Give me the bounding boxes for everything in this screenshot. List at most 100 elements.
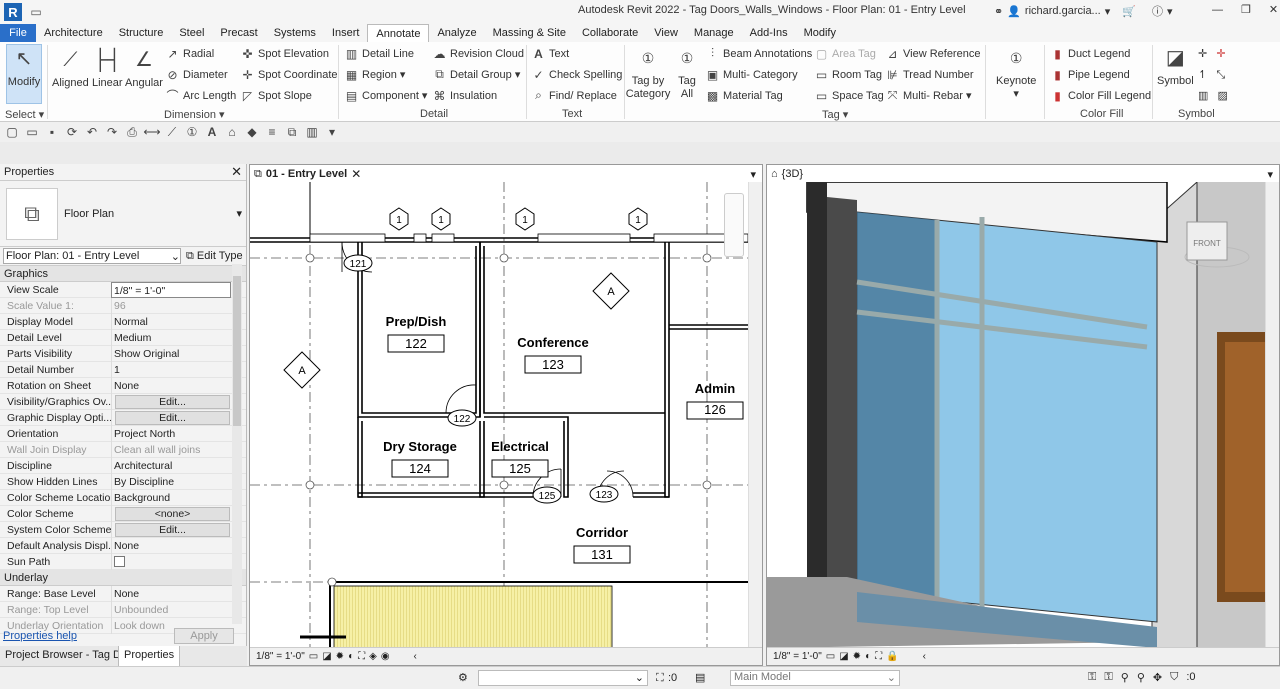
property-edit-button[interactable]: Edit... bbox=[111, 409, 231, 426]
select-underlay-icon[interactable]: ⚿ bbox=[1104, 671, 1112, 684]
tab-project-browser[interactable]: Project Browser - Tag D... bbox=[0, 646, 119, 666]
space-tag-button[interactable]: ▭ Space Tag bbox=[815, 89, 884, 103]
redo-icon[interactable]: ↷ bbox=[104, 124, 120, 140]
property-row[interactable]: Wall Join Display Clean all wall joins bbox=[0, 441, 246, 458]
property-value[interactable]: Background bbox=[111, 489, 231, 506]
property-value[interactable]: Medium bbox=[111, 329, 231, 346]
property-row[interactable]: Scale Value 1: 96 bbox=[0, 297, 246, 314]
help-icon[interactable]: ⓘ bbox=[1152, 3, 1163, 19]
visual-style-icon[interactable]: ◪ bbox=[322, 651, 331, 662]
property-value[interactable]: None bbox=[111, 585, 231, 602]
property-value[interactable]: Normal bbox=[111, 313, 231, 330]
lock-icon[interactable]: 🔒 bbox=[886, 651, 898, 662]
linear-dim-button[interactable]: ├┤ Linear bbox=[92, 46, 123, 90]
property-row[interactable]: Orientation Project North bbox=[0, 425, 246, 442]
3d-view[interactable]: ⌂ {3D} ▾ FRONT 1/8" = 1'-0" ▭ ◪ ✹ ◐ ⛶ 🔒 … bbox=[766, 164, 1280, 666]
open-icon[interactable]: ▭ bbox=[24, 124, 40, 140]
property-row[interactable]: Graphic Display Opti... Edit... bbox=[0, 409, 246, 426]
property-value[interactable]: None bbox=[111, 537, 231, 554]
text-icon[interactable]: A bbox=[204, 124, 220, 140]
user-name[interactable]: richard.garcia... bbox=[1025, 5, 1101, 17]
duct-legend-button[interactable]: ▮ Duct Legend bbox=[1051, 47, 1130, 61]
property-row[interactable]: Color Scheme Location Background bbox=[0, 489, 246, 506]
print-icon[interactable]: ⎙ bbox=[124, 124, 140, 140]
tag-group-label[interactable]: Tag ▾ bbox=[822, 108, 848, 121]
select-group-label[interactable]: Select ▾ bbox=[5, 108, 44, 121]
instance-filter[interactable]: Floor Plan: 01 - Entry Level ⌄ bbox=[3, 248, 181, 264]
component-button[interactable]: ▤ Component ▾ bbox=[345, 89, 428, 103]
sync-icon[interactable]: ⟳ bbox=[64, 124, 80, 140]
chevron-down-icon[interactable]: ▾ bbox=[1105, 5, 1111, 18]
dimension-group-label[interactable]: Dimension ▾ bbox=[164, 108, 225, 121]
reveal-icon[interactable]: ◉ bbox=[381, 651, 390, 662]
aligned-dim-icon[interactable]: ⟋ bbox=[164, 124, 180, 140]
property-value[interactable]: Show Original bbox=[111, 345, 231, 362]
revision-cloud-button[interactable]: ☁ Revision Cloud bbox=[433, 47, 524, 61]
property-edit-button[interactable]: <none> bbox=[111, 505, 231, 522]
temp-hide-icon[interactable]: ◈ bbox=[369, 651, 377, 662]
property-row[interactable]: Parts Visibility Show Original bbox=[0, 345, 246, 362]
tab-add-ins[interactable]: Add-Ins bbox=[742, 24, 796, 42]
tab-steel[interactable]: Steel bbox=[171, 24, 212, 42]
customize-icon[interactable]: ▾ bbox=[324, 124, 340, 140]
design-option-dropdown[interactable]: Main Model ⌄ bbox=[730, 670, 900, 686]
property-value[interactable]: Project North bbox=[111, 425, 231, 442]
vertical-scrollbar[interactable] bbox=[1265, 182, 1279, 648]
arc-length-button[interactable]: ⌒ Arc Length bbox=[166, 89, 236, 103]
close-icon[interactable]: ✕ bbox=[231, 164, 242, 180]
radial-button[interactable]: ↗ Radial bbox=[166, 47, 214, 61]
tab-structure[interactable]: Structure bbox=[111, 24, 172, 42]
sun-path-icon[interactable]: ✹ bbox=[853, 651, 861, 662]
property-value[interactable]: By Discipline bbox=[111, 473, 231, 490]
region-button[interactable]: ▦ Region ▾ bbox=[345, 68, 406, 82]
tab-3d-view[interactable]: ⌂ {3D} bbox=[767, 165, 808, 183]
shadows-icon[interactable]: ◐ bbox=[348, 651, 354, 662]
graphics-section[interactable]: Graphics⌃ bbox=[0, 266, 246, 282]
property-row[interactable]: Range: Base Level None bbox=[0, 585, 246, 602]
close-windows-icon[interactable]: ⧉ bbox=[284, 124, 300, 140]
property-row[interactable]: System Color Schemes Edit... bbox=[0, 521, 246, 538]
properties-scrollbar[interactable] bbox=[232, 264, 242, 624]
tab-view[interactable]: View bbox=[646, 24, 686, 42]
property-row[interactable]: Sun Path bbox=[0, 553, 246, 570]
user-icon[interactable]: 👤 bbox=[1007, 5, 1021, 18]
thin-lines-icon[interactable]: ≡ bbox=[264, 124, 280, 140]
span-direction-icon[interactable]: ✛ ✛ bbox=[1198, 47, 1226, 60]
tab-precast[interactable]: Precast bbox=[212, 24, 265, 42]
open-icon[interactable]: ▭ bbox=[28, 4, 44, 20]
beam-annotations-button[interactable]: ⫶ Beam Annotations bbox=[706, 46, 812, 60]
property-row[interactable]: Visibility/Graphics Ov... Edit... bbox=[0, 393, 246, 410]
property-value[interactable]: 96 bbox=[111, 297, 231, 314]
property-edit-button[interactable]: Edit... bbox=[111, 393, 231, 410]
type-selector[interactable]: ⧉ Floor Plan ▾ bbox=[0, 181, 246, 247]
multi-rebar-button[interactable]: ⤧ Multi- Rebar ▾ bbox=[886, 88, 972, 102]
tab-manage[interactable]: Manage bbox=[686, 24, 742, 42]
beam-system-icon[interactable]: ↿ ⤡ bbox=[1198, 68, 1225, 82]
tag-icon[interactable]: ① bbox=[184, 124, 200, 140]
chevron-down-icon[interactable]: ▾ bbox=[236, 207, 242, 220]
property-row[interactable]: View Scale 1/8" = 1'-0" bbox=[0, 281, 246, 298]
view-dropdown-icon[interactable]: ▾ bbox=[1267, 168, 1273, 181]
filter-icon[interactable]: ⛉ bbox=[1170, 671, 1178, 684]
detail-line-button[interactable]: ▥ Detail Line bbox=[345, 47, 414, 61]
angular-dim-button[interactable]: ∠ Angular bbox=[125, 46, 163, 90]
property-value[interactable]: 1/8" = 1'-0" bbox=[111, 281, 231, 298]
view-scale[interactable]: 1/8" = 1'-0" bbox=[773, 651, 822, 662]
property-value[interactable]: Architectural bbox=[111, 457, 231, 474]
cart-icon[interactable]: 🛒 bbox=[1122, 5, 1136, 18]
aligned-dim-button[interactable]: ⟋ Aligned bbox=[52, 46, 89, 90]
modify-button[interactable]: ↖ Modify bbox=[6, 44, 42, 104]
view-dropdown-icon[interactable]: ▾ bbox=[750, 168, 756, 181]
tab-insert[interactable]: Insert bbox=[324, 24, 368, 42]
spot-coordinate-button[interactable]: ✛ Spot Coordinate bbox=[241, 68, 337, 82]
select-links-icon[interactable]: ⚿ bbox=[1088, 671, 1096, 684]
property-value[interactable]: None bbox=[111, 377, 231, 394]
detail-level-icon[interactable]: ▭ bbox=[309, 651, 318, 662]
visual-style-icon[interactable]: ◪ bbox=[839, 651, 848, 662]
vertical-scrollbar[interactable] bbox=[748, 182, 762, 648]
undo-icon[interactable]: ↶ bbox=[84, 124, 100, 140]
property-row[interactable]: Default Analysis Displ... None bbox=[0, 537, 246, 554]
pipe-legend-button[interactable]: ▮ Pipe Legend bbox=[1051, 68, 1130, 82]
text-button[interactable]: A Text bbox=[532, 47, 569, 61]
tab-architecture[interactable]: Architecture bbox=[36, 24, 111, 42]
